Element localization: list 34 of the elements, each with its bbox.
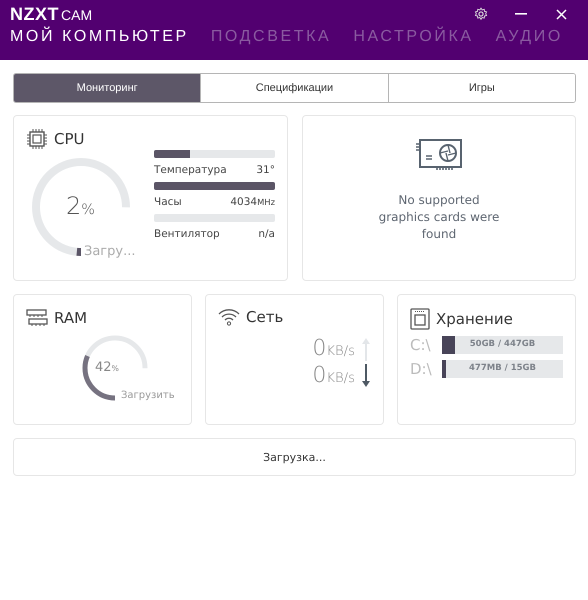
storage-icon [410,308,430,330]
logo-suffix: CAM [61,6,92,22]
card-title: Сеть [246,308,284,326]
settings-icon [474,7,488,21]
memory-icon [26,308,48,328]
drive-letter: D:\ [410,360,433,378]
stat-reading: 31° [256,164,275,176]
no-gpu-message: No supported graphics cards were found [378,192,500,243]
nav-tab[interactable]: МОЙ КОМПЬЮТЕР [10,28,189,46]
network-rate: 0 KB/s [312,336,355,361]
gauge-label: Загрузить [121,390,175,401]
drive-usage: 477MB / 15GB [468,363,537,373]
gauge-label: Загру... [84,244,136,259]
drive-letter: C:\ [410,336,432,354]
card-title: Хранение [436,310,513,328]
drive-usage: 50GB / 447GB [468,339,536,349]
stat-label: Вентилятор [154,228,220,240]
stat-label: Часы [154,196,182,208]
stat-label: Температура [154,164,227,176]
minimize-icon [515,13,527,15]
close-icon [556,8,566,20]
card-title: RAM [54,309,88,327]
cpu-load-value: 2% [66,192,95,220]
graphics-card-icon [415,138,463,172]
logo-text: NZXT [10,4,59,24]
stat-reading: n/a [258,228,275,240]
stat-reading: 4034MHz [230,196,275,208]
wifi-icon [218,308,240,326]
loading-text: Загрузка... [263,450,326,464]
card-title: CPU [54,130,84,148]
tab[interactable]: Мониторинг [14,74,200,102]
processor-icon [26,128,48,150]
network-rate: 0 KB/s [312,363,355,388]
tab[interactable]: Игры [388,74,575,102]
